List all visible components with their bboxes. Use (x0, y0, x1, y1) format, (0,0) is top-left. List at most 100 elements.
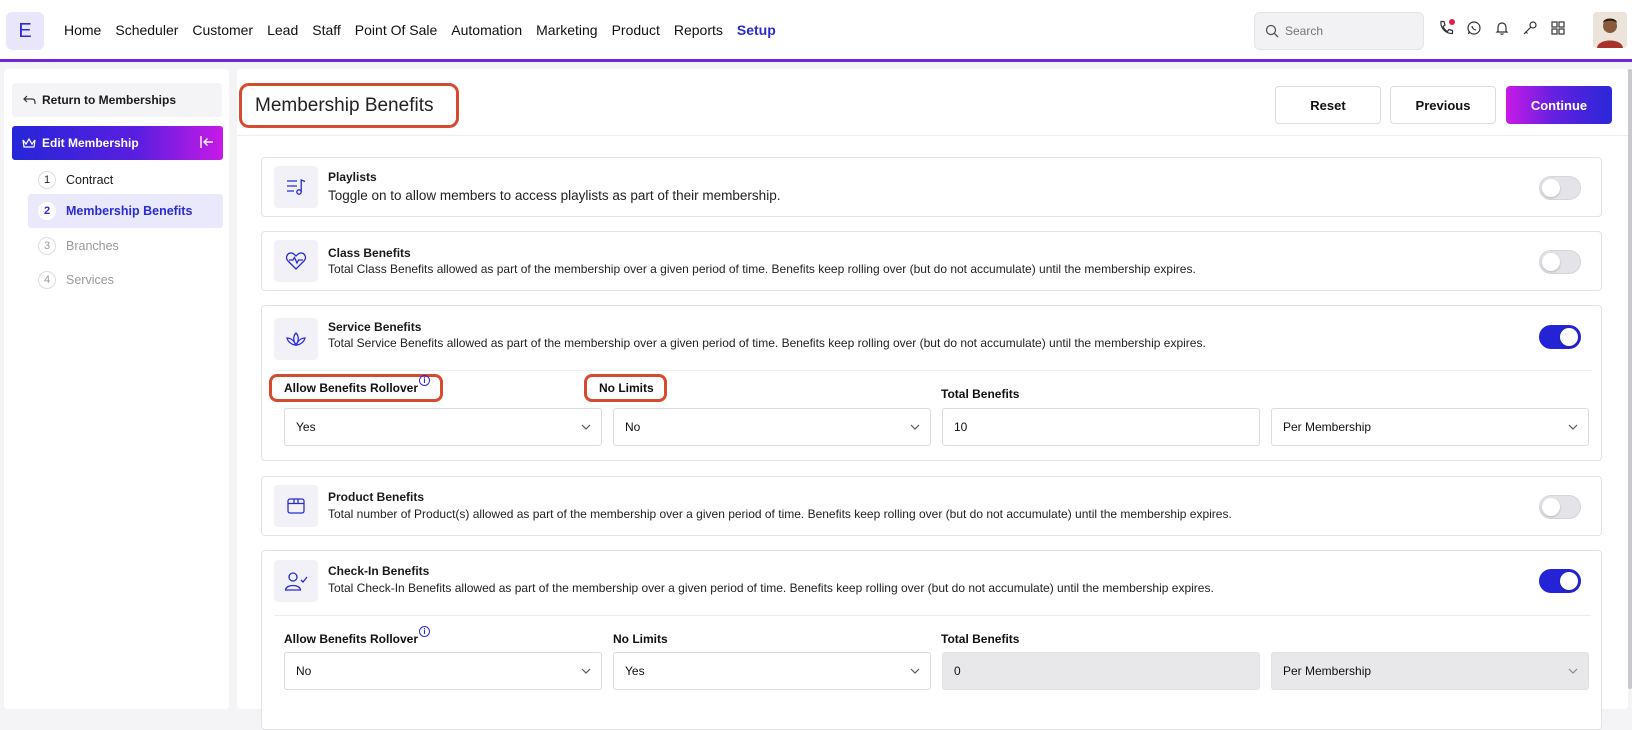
card-title: Class Benefits (328, 246, 411, 260)
step-services[interactable]: 4 Services (28, 263, 223, 297)
step-number: 3 (38, 237, 56, 255)
step-branches[interactable]: 3 Branches (28, 229, 223, 263)
nav-lead[interactable]: Lead (267, 22, 298, 38)
playlists-toggle[interactable] (1539, 176, 1581, 200)
search-input[interactable] (1285, 24, 1415, 38)
step-number: 4 (38, 271, 56, 289)
top-navbar: E Home Scheduler Customer Lead Staff Poi… (0, 0, 1632, 62)
main-nav: Home Scheduler Customer Lead Staff Point… (64, 0, 776, 60)
no-limits-select[interactable]: Yes (613, 652, 931, 690)
nav-automation[interactable]: Automation (451, 22, 522, 38)
select-value: Per Membership (1283, 664, 1372, 678)
step-label: Membership Benefits (66, 204, 193, 218)
section-title: Edit Membership (42, 136, 139, 150)
step-number: 1 (38, 171, 56, 189)
step-number: 2 (38, 202, 56, 220)
crown-icon (22, 137, 36, 148)
playlists-card: Playlists Toggle on to allow members to … (261, 157, 1602, 217)
chevron-down-icon (581, 668, 591, 674)
continue-button[interactable]: Continue (1506, 86, 1612, 124)
heart-pulse-icon (274, 240, 318, 282)
input-value: 0 (954, 664, 961, 678)
collapse-sidebar-icon[interactable] (199, 135, 215, 149)
rollover-select[interactable]: No (284, 652, 602, 690)
card-description: Total Class Benefits allowed as part of … (328, 262, 1196, 276)
info-icon[interactable]: i (419, 375, 431, 386)
step-label: Contract (66, 173, 114, 187)
apps-grid-icon[interactable] (1550, 20, 1566, 38)
rollover-select[interactable]: Yes (284, 408, 602, 446)
nav-home[interactable]: Home (64, 22, 101, 38)
select-value: No (296, 664, 312, 678)
phone-icon[interactable] (1438, 19, 1455, 38)
previous-button[interactable]: Previous (1390, 86, 1496, 124)
chevron-down-icon (581, 424, 591, 430)
card-description: Total Service Benefits allowed as part o… (328, 336, 1206, 350)
key-icon[interactable] (1522, 20, 1538, 38)
reset-button[interactable]: Reset (1275, 86, 1381, 124)
select-value: Per Membership (1283, 420, 1372, 434)
lotus-icon (274, 318, 318, 360)
select-value: Yes (296, 420, 316, 434)
check-in-benefits-card: Check-In Benefits Total Check-In Benefit… (261, 550, 1602, 730)
card-description: Total number of Product(s) allowed as pa… (328, 507, 1232, 521)
step-contract[interactable]: 1 Contract (28, 163, 223, 197)
total-benefits-label: Total Benefits (941, 632, 1020, 646)
search-box[interactable] (1254, 12, 1424, 50)
return-label: Return to Memberships (42, 93, 177, 107)
notification-dot (1449, 19, 1455, 25)
nav-staff[interactable]: Staff (312, 22, 341, 38)
input-value: 10 (954, 420, 968, 434)
no-limits-label: No Limits (613, 632, 668, 646)
label-text: No Limits (599, 381, 654, 395)
nav-point-of-sale[interactable]: Point Of Sale (355, 22, 438, 38)
nav-customer[interactable]: Customer (192, 22, 253, 38)
user-check-icon (274, 560, 318, 602)
nav-marketing[interactable]: Marketing (536, 22, 597, 38)
card-description: Total Check-In Benefits allowed as part … (328, 581, 1214, 595)
nav-reports[interactable]: Reports (674, 22, 723, 38)
total-benefits-label: Total Benefits (941, 387, 1020, 401)
label-text: Allow Benefits Rollover (284, 381, 419, 395)
edit-membership-header: Edit Membership (12, 126, 223, 160)
class-benefits-toggle[interactable] (1539, 250, 1581, 274)
return-to-memberships-button[interactable]: Return to Memberships (12, 83, 222, 117)
app-logo[interactable]: E (6, 12, 44, 50)
step-label: Branches (66, 239, 119, 253)
bell-icon[interactable] (1494, 20, 1510, 38)
card-title: Playlists (328, 170, 377, 184)
chevron-down-icon (910, 668, 920, 674)
main-content: Membership Benefits Reset Previous Conti… (237, 69, 1628, 730)
chevron-down-icon (910, 424, 920, 430)
nav-setup[interactable]: Setup (737, 22, 776, 38)
total-benefits-input: 0 (942, 652, 1260, 690)
sidebar: Return to Memberships Edit Membership 1 … (4, 69, 229, 709)
allow-benefits-rollover-label: Allow Benefits Rolloveri (269, 374, 444, 402)
allow-benefits-rollover-label: Allow Benefits Rolloveri (284, 626, 431, 646)
no-limits-label: No Limits (584, 374, 667, 402)
period-select[interactable]: Per Membership (1271, 408, 1589, 446)
nav-scheduler[interactable]: Scheduler (115, 22, 178, 38)
section-divider (274, 615, 1591, 616)
card-title: Product Benefits (328, 490, 425, 504)
whatsapp-icon[interactable] (1466, 20, 1482, 38)
info-icon[interactable]: i (419, 626, 431, 637)
product-benefits-toggle[interactable] (1539, 495, 1581, 519)
page-title: Membership Benefits (239, 83, 459, 128)
check-in-benefits-toggle[interactable] (1539, 569, 1581, 593)
search-icon (1265, 24, 1279, 38)
nav-product[interactable]: Product (612, 22, 660, 38)
back-arrow-icon (23, 95, 36, 104)
user-avatar[interactable] (1593, 12, 1627, 48)
header-divider (237, 135, 1628, 136)
label-text: Allow Benefits Rollover (284, 632, 419, 646)
playlist-icon (274, 166, 318, 208)
card-title: Check-In Benefits (328, 564, 430, 578)
step-membership-benefits[interactable]: 2 Membership Benefits (28, 194, 223, 228)
total-benefits-input[interactable]: 10 (942, 408, 1260, 446)
top-icons (1438, 19, 1566, 38)
service-benefits-toggle[interactable] (1539, 325, 1581, 349)
page-scrollbar[interactable] (1628, 69, 1632, 689)
no-limits-select[interactable]: No (613, 408, 931, 446)
chevron-down-icon (1568, 424, 1578, 430)
